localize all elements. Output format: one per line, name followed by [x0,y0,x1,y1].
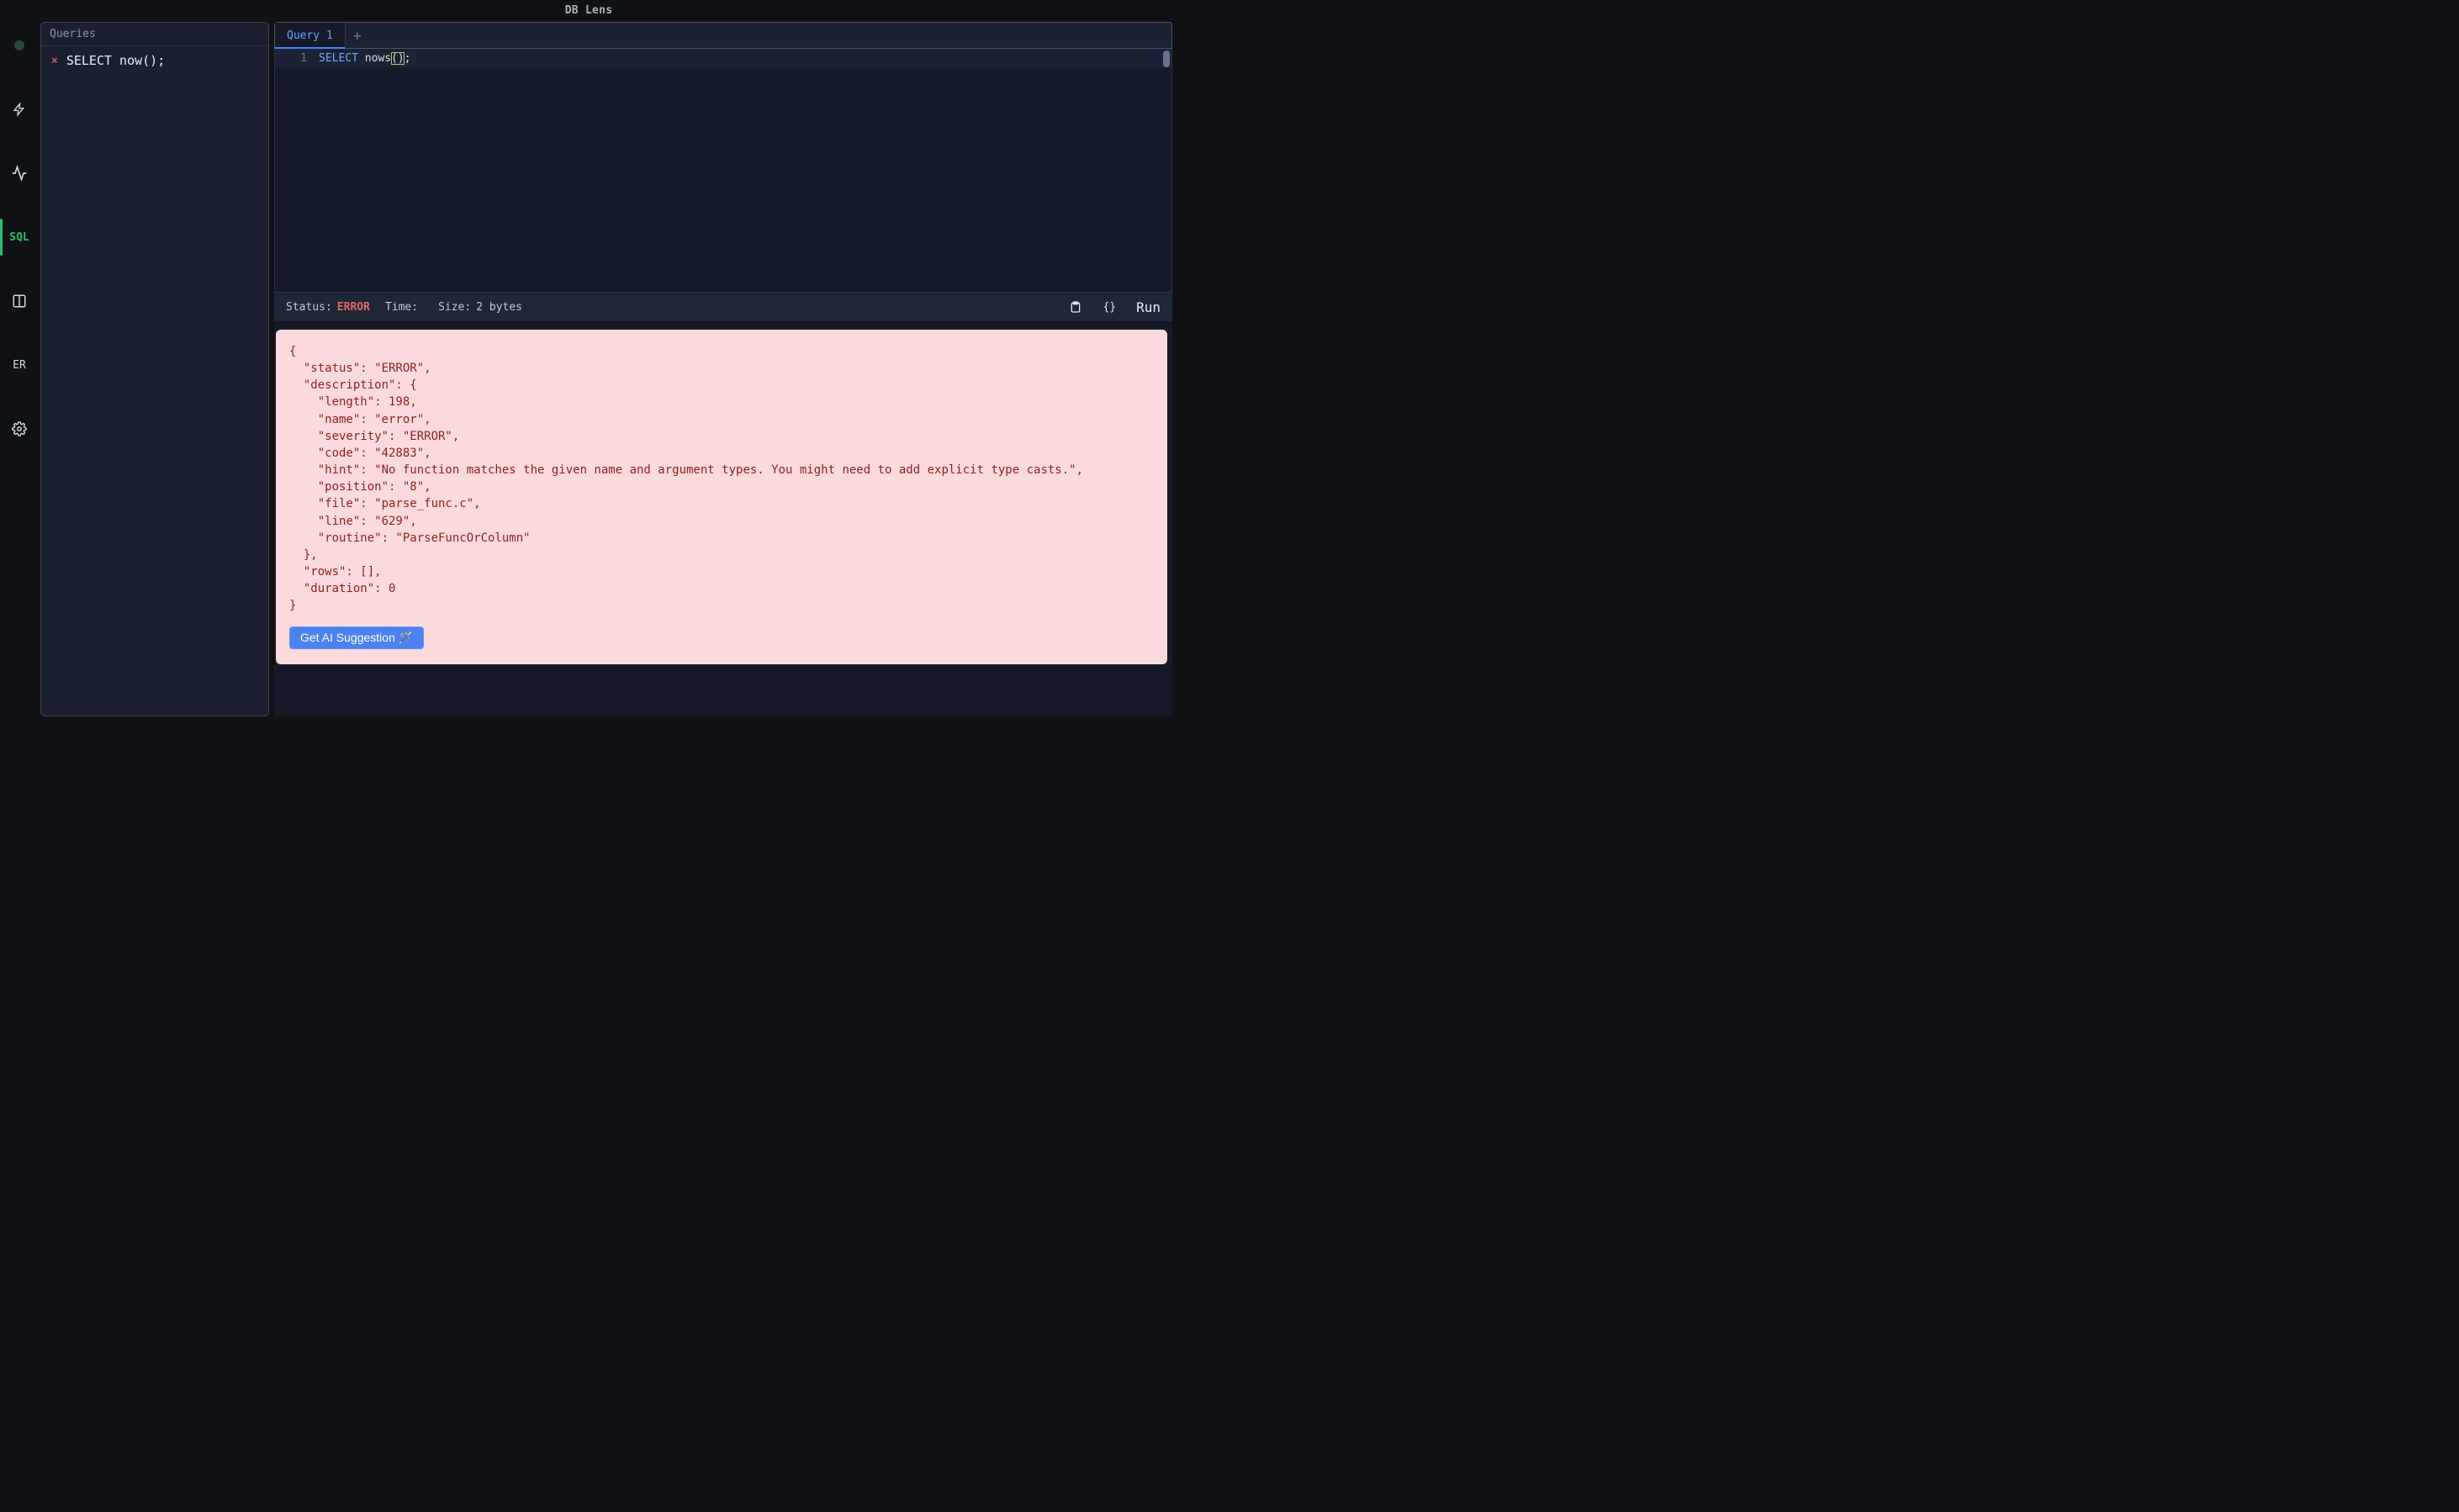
titlebar: DB Lens [0,0,1177,20]
paren-highlight: () [391,52,405,65]
gutter-line-number: 1 [275,50,319,67]
clipboard-icon [1069,299,1082,315]
rail-er[interactable]: ER [0,352,39,378]
time-label: Time: [385,301,418,314]
code-editor[interactable]: 1 SELECT nows(); [274,49,1172,293]
query-list-item[interactable]: × SELECT now(); [41,46,268,75]
tab-query-1[interactable]: Query 1 [275,23,346,48]
run-button[interactable]: Run [1136,299,1161,315]
result-area: { "status": "ERROR", "description": { "l… [274,321,1172,716]
plus-icon: + [353,28,362,44]
rail-connection[interactable] [0,32,39,59]
rail-settings[interactable] [0,415,39,442]
result-json[interactable]: { "status": "ERROR", "description": { "l… [289,343,1154,615]
rail-sql-label: SQL [9,231,29,244]
rail-activity[interactable] [0,160,39,187]
error-x-icon: × [51,56,58,66]
tab-label: Query 1 [287,29,333,42]
rail-er-label: ER [13,359,26,372]
scrollbar-thumb[interactable] [1163,50,1170,67]
status-bar: Status: ERROR Time: Size: 2 bytes {} Run [274,293,1172,321]
size-value: 2 bytes [476,301,522,314]
rail-sql[interactable]: SQL [0,224,39,251]
get-ai-suggestion-button[interactable]: Get AI Suggestion 🪄 [289,626,424,649]
bolt-icon [13,101,26,118]
keyword-select: SELECT [319,52,358,65]
app-title: DB Lens [565,4,613,17]
code-text-before: nows [358,52,391,65]
editor-area: Query 1 + 1 SELECT nows(); Status: ERROR… [272,20,1177,722]
query-text: SELECT now(); [66,53,165,68]
size-label: Size: [438,301,471,314]
code-line: 1 SELECT nows(); [275,49,1171,67]
activity-icon [11,165,28,182]
format-json-button[interactable]: {} [1103,301,1116,314]
editor-tabs: Query 1 + [274,22,1172,49]
status-label: Status: [286,301,332,314]
tab-add-button[interactable]: + [346,23,369,48]
code-content[interactable]: SELECT nows(); [319,50,1171,67]
gear-icon [12,421,27,436]
braces-icon: {} [1103,301,1116,314]
status-value: ERROR [337,301,370,314]
rail-bolt[interactable] [0,96,39,123]
error-result-box: { "status": "ERROR", "description": { "l… [276,330,1167,664]
queries-header: Queries [41,23,268,46]
nav-rail: SQL ER [0,20,39,722]
code-text-after: ; [405,52,411,65]
copy-button[interactable] [1069,299,1082,315]
queries-sidebar: Queries × SELECT now(); [40,22,269,716]
rail-layout[interactable] [0,288,39,315]
connection-dot-icon [14,40,24,50]
layout-icon [12,293,27,309]
